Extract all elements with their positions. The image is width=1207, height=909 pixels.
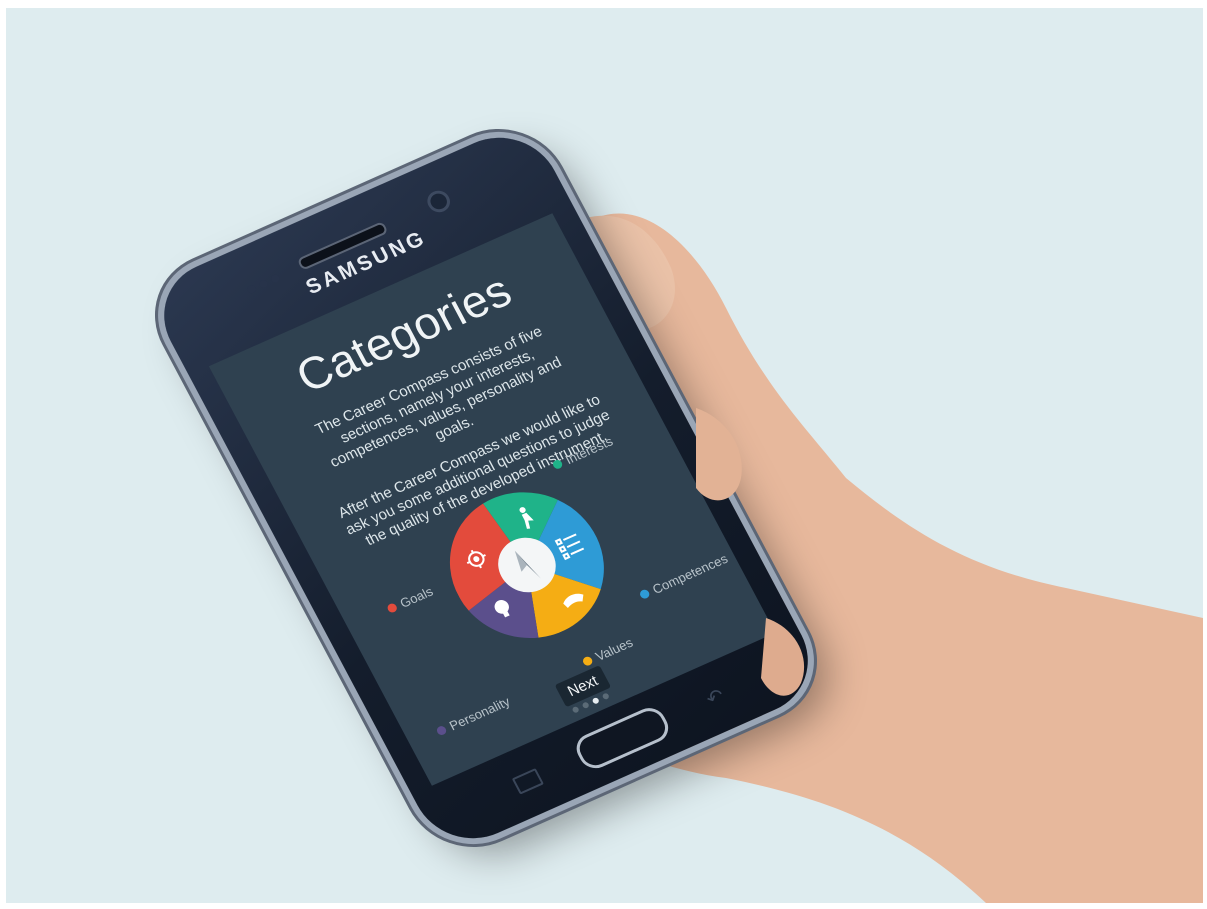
competences-color-dot	[638, 588, 651, 600]
goals-color-dot	[385, 602, 399, 614]
legend-goals[interactable]: Goals	[385, 583, 436, 617]
legend-label: Goals	[397, 583, 436, 611]
pager-dot[interactable]	[581, 701, 590, 710]
legend-personality[interactable]: Personality	[434, 694, 513, 739]
legend-values[interactable]: Values	[580, 635, 635, 670]
personality-color-dot	[435, 724, 448, 737]
pager-dot[interactable]	[601, 692, 610, 701]
legend-label: Personality	[446, 693, 513, 734]
legend-label: Values	[592, 634, 636, 664]
legend-competences[interactable]: Competences	[637, 551, 730, 603]
legend-label: Competences	[649, 551, 731, 597]
photo-background: SAMSUNG Categories The Career Compass co…	[6, 8, 1203, 903]
pager-dot[interactable]	[571, 705, 580, 714]
pager-dot-active[interactable]	[591, 696, 600, 705]
values-color-dot	[581, 655, 594, 667]
